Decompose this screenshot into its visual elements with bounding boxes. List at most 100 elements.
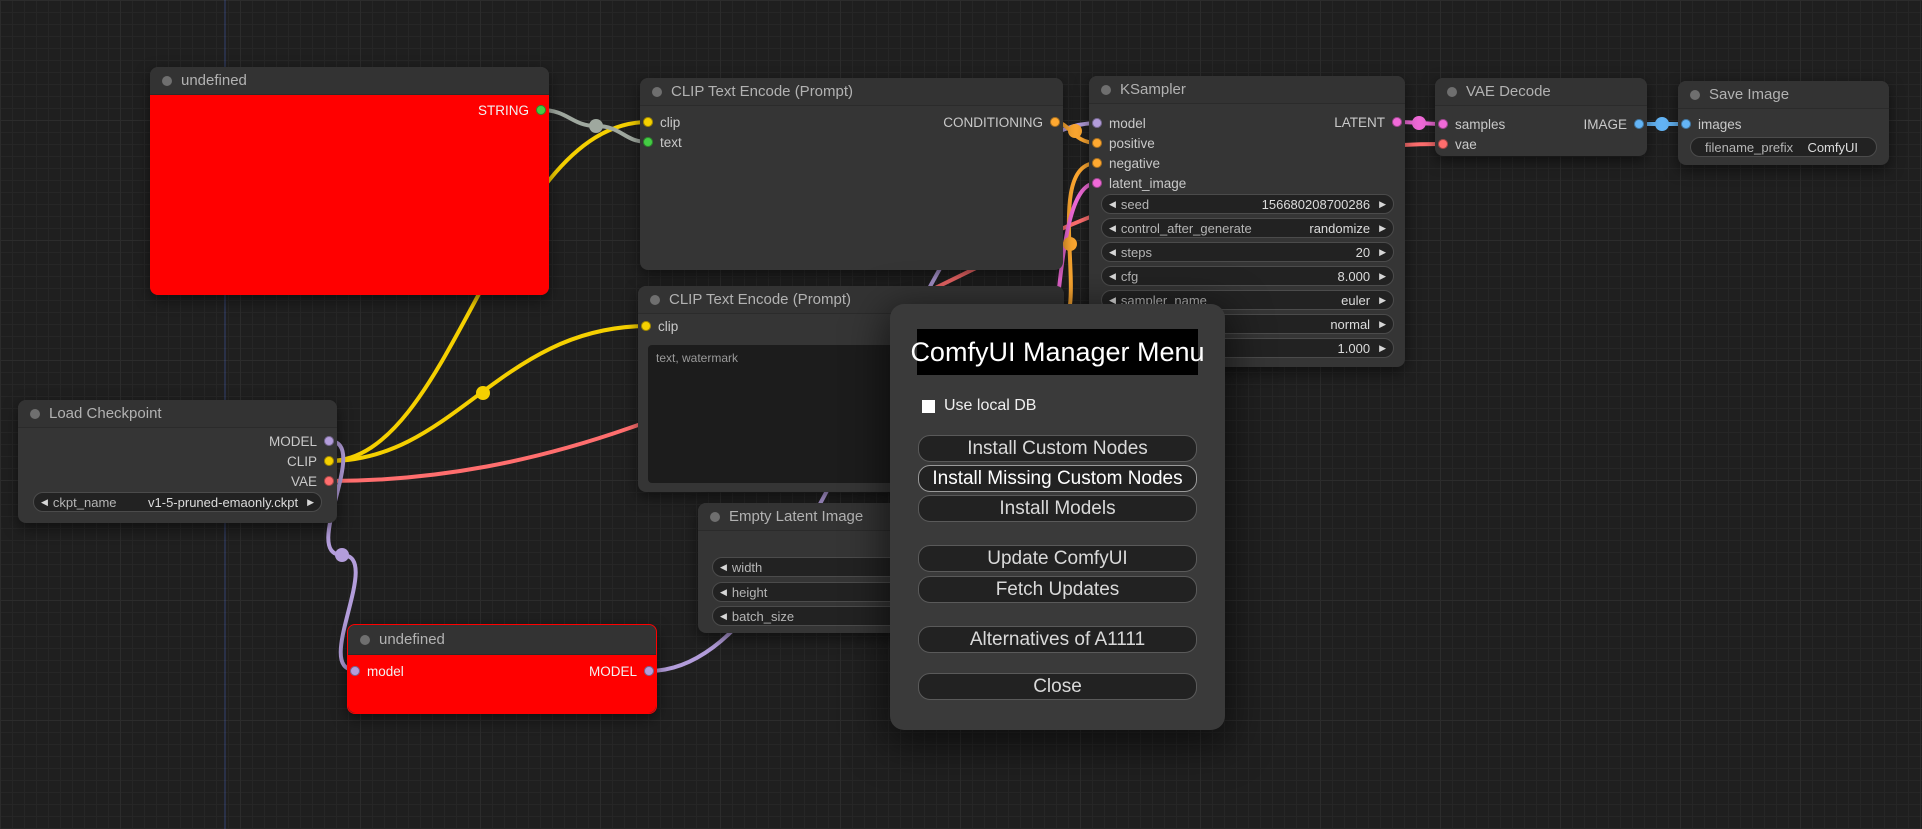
- increment-arrow-icon[interactable]: ▶: [1379, 223, 1386, 234]
- install-custom-nodes-button[interactable]: Install Custom Nodes: [918, 435, 1197, 462]
- fetch-updates-button[interactable]: Fetch Updates: [918, 576, 1197, 603]
- node-title-bar[interactable]: Load Checkpoint: [18, 400, 337, 428]
- port-label: vae: [1455, 136, 1477, 152]
- node-title: undefined: [379, 631, 445, 648]
- port-label: clip: [660, 114, 681, 130]
- decrement-arrow-icon[interactable]: ◀: [1109, 223, 1116, 234]
- node-undefined-model[interactable]: undefined model MODEL: [347, 624, 657, 714]
- node-title: CLIP Text Encode (Prompt): [671, 83, 854, 100]
- widget-seed[interactable]: ◀ seed 156680208700286 ▶: [1101, 194, 1394, 214]
- dialog-title: ComfyUI Manager Menu: [910, 329, 1205, 375]
- port-label: CONDITIONING: [943, 114, 1043, 130]
- collapse-dot-icon[interactable]: [360, 634, 370, 645]
- port-label: samples: [1455, 116, 1506, 132]
- increment-arrow-icon[interactable]: ▶: [307, 497, 314, 508]
- node-title-bar[interactable]: CLIP Text Encode (Prompt): [640, 78, 1063, 106]
- increment-arrow-icon[interactable]: ▶: [1379, 271, 1386, 282]
- close-button[interactable]: Close: [918, 673, 1197, 700]
- output-port-model[interactable]: [324, 436, 334, 446]
- update-comfyui-button[interactable]: Update ComfyUI: [918, 545, 1197, 572]
- node-title: Save Image: [1709, 86, 1790, 103]
- output-port-image[interactable]: [1634, 119, 1644, 129]
- collapse-dot-icon[interactable]: [650, 294, 660, 305]
- node-graph-canvas[interactable]: undefined STRING CLIP Text Encode (Promp…: [0, 0, 1922, 829]
- output-port-clip[interactable]: [324, 456, 334, 466]
- reroute-dot-latent[interactable]: [1412, 116, 1426, 130]
- decrement-arrow-icon[interactable]: ◀: [720, 587, 727, 598]
- decrement-arrow-icon[interactable]: ◀: [720, 562, 727, 573]
- collapse-dot-icon[interactable]: [710, 511, 720, 522]
- input-port-model[interactable]: [350, 666, 360, 676]
- port-label: MODEL: [268, 433, 317, 449]
- output-port-latent[interactable]: [1392, 117, 1402, 127]
- widget-steps[interactable]: ◀ steps 20 ▶: [1101, 242, 1394, 262]
- decrement-arrow-icon[interactable]: ◀: [1109, 199, 1116, 210]
- node-title-bar[interactable]: KSampler: [1089, 76, 1405, 104]
- comfyui-manager-dialog: ComfyUI Manager Menu Use local DB Instal…: [890, 304, 1225, 730]
- collapse-dot-icon[interactable]: [1447, 86, 1457, 97]
- reroute-dot-positive[interactable]: [1068, 124, 1082, 138]
- port-label: IMAGE: [1583, 116, 1627, 132]
- input-port-images[interactable]: [1681, 119, 1691, 129]
- input-port-clip[interactable]: [643, 117, 653, 127]
- decrement-arrow-icon[interactable]: ◀: [720, 611, 727, 622]
- use-local-db-row[interactable]: Use local DB: [922, 397, 1036, 415]
- port-label: text: [660, 134, 682, 150]
- collapse-dot-icon[interactable]: [1101, 84, 1111, 95]
- decrement-arrow-icon[interactable]: ◀: [1109, 271, 1116, 282]
- reroute-dot-clip[interactable]: [476, 386, 490, 400]
- port-label: images: [1698, 116, 1742, 132]
- collapse-dot-icon[interactable]: [162, 75, 172, 86]
- node-clip-text-encode-1[interactable]: CLIP Text Encode (Prompt) clip text COND…: [640, 78, 1063, 270]
- node-title-bar[interactable]: undefined: [348, 625, 656, 655]
- output-port-conditioning[interactable]: [1050, 117, 1060, 127]
- node-title: KSampler: [1120, 81, 1186, 98]
- input-port-clip[interactable]: [641, 321, 651, 331]
- alternatives-of-a1111-button[interactable]: Alternatives of A1111: [918, 626, 1197, 653]
- widget-control-after-generate[interactable]: ◀ control_after_generate randomize ▶: [1101, 218, 1394, 238]
- node-title-bar[interactable]: undefined: [150, 67, 549, 95]
- node-save-image[interactable]: Save Image images filename_prefix ComfyU…: [1678, 81, 1889, 165]
- input-port-model[interactable]: [1092, 118, 1102, 128]
- node-load-checkpoint[interactable]: Load Checkpoint MODEL CLIP VAE ◀ ckpt_na…: [18, 400, 337, 523]
- port-label: negative: [1109, 155, 1161, 171]
- input-port-vae[interactable]: [1438, 139, 1448, 149]
- node-title: Load Checkpoint: [49, 405, 162, 422]
- reroute-dot-image[interactable]: [1655, 117, 1669, 131]
- widget-cfg[interactable]: ◀ cfg 8.000 ▶: [1101, 266, 1394, 286]
- install-missing-custom-nodes-button[interactable]: Install Missing Custom Nodes: [918, 465, 1197, 492]
- increment-arrow-icon[interactable]: ▶: [1379, 199, 1386, 210]
- increment-arrow-icon[interactable]: ▶: [1379, 295, 1386, 306]
- input-port-negative[interactable]: [1092, 158, 1102, 168]
- port-label: LATENT: [1334, 114, 1385, 130]
- node-title-bar[interactable]: Save Image: [1678, 81, 1889, 109]
- widget-filename-prefix[interactable]: filename_prefix ComfyUI: [1690, 137, 1877, 157]
- install-models-button[interactable]: Install Models: [918, 495, 1197, 522]
- increment-arrow-icon[interactable]: ▶: [1379, 343, 1386, 354]
- output-port-model[interactable]: [644, 666, 654, 676]
- input-port-samples[interactable]: [1438, 119, 1448, 129]
- port-label: clip: [658, 318, 679, 334]
- increment-arrow-icon[interactable]: ▶: [1379, 247, 1386, 258]
- node-title-bar[interactable]: VAE Decode: [1435, 78, 1647, 106]
- widget-ckpt-name[interactable]: ◀ ckpt_name v1-5-pruned-emaonly.ckpt ▶: [33, 492, 322, 512]
- port-label: VAE: [290, 473, 317, 489]
- collapse-dot-icon[interactable]: [1690, 89, 1700, 100]
- port-label: model: [367, 663, 404, 679]
- use-local-db-checkbox[interactable]: [922, 399, 935, 413]
- decrement-arrow-icon[interactable]: ◀: [1109, 247, 1116, 258]
- reroute-dot-model[interactable]: [335, 548, 349, 562]
- collapse-dot-icon[interactable]: [652, 86, 662, 97]
- increment-arrow-icon[interactable]: ▶: [1379, 319, 1386, 330]
- output-port-string[interactable]: [536, 105, 546, 115]
- input-port-latent-image[interactable]: [1092, 178, 1102, 188]
- input-port-text[interactable]: [643, 137, 653, 147]
- node-undefined-string[interactable]: undefined STRING: [150, 67, 549, 295]
- decrement-arrow-icon[interactable]: ◀: [41, 497, 48, 508]
- output-port-vae[interactable]: [324, 476, 334, 486]
- node-vae-decode[interactable]: VAE Decode samples vae IMAGE: [1435, 78, 1647, 156]
- collapse-dot-icon[interactable]: [30, 408, 40, 419]
- reroute-dot-negative[interactable]: [1063, 237, 1077, 251]
- reroute-dot-string[interactable]: [589, 119, 603, 133]
- input-port-positive[interactable]: [1092, 138, 1102, 148]
